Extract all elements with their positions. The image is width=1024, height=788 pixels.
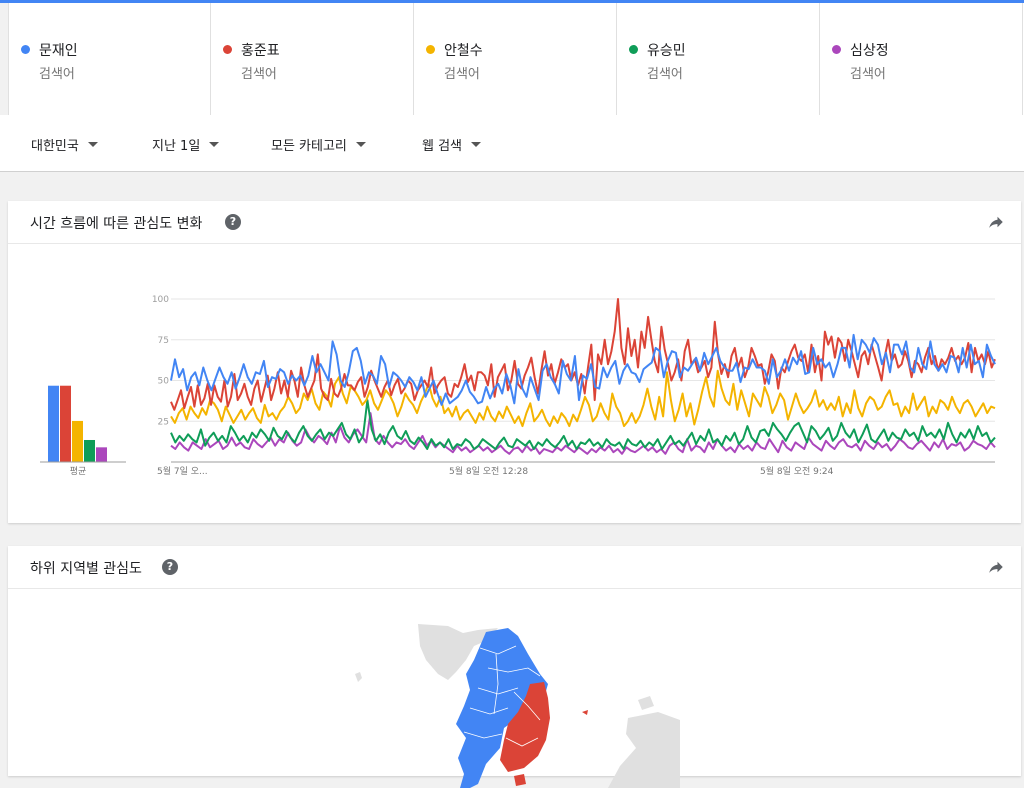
term-color-dot [21, 45, 30, 54]
term-card-5[interactable]: 심상정 검색어 [820, 3, 1023, 115]
card-title: 시간 흐름에 따른 관심도 변화 [30, 216, 203, 232]
filter-bar: 대한민국 지난 1일 모든 카테고리 웹 검색 [0, 115, 1024, 172]
y-tick-label: 25 [158, 417, 169, 427]
share-icon[interactable] [987, 558, 1005, 576]
x-tick-label: 5월 8일 오전 12:28 [449, 465, 528, 477]
term-type-label: 검색어 [647, 67, 683, 82]
average-bar [48, 385, 59, 462]
average-bar [72, 420, 83, 462]
time-filter-dropdown[interactable]: 지난 1일 [152, 135, 220, 154]
term-type-label: 검색어 [444, 67, 480, 82]
region-filter-dropdown[interactable]: 대한민국 [31, 135, 98, 154]
average-bar [84, 439, 95, 462]
card-header: 하위 지역별 관심도 ? [8, 546, 1021, 589]
series-line [170, 298, 996, 411]
map-landmass-west-fragment [355, 672, 362, 682]
region-filter-label: 대한민국 [31, 139, 79, 154]
x-tick-label: 5월 8일 오전 9:24 [760, 465, 834, 477]
region-map[interactable] [8, 588, 1021, 788]
interest-over-time-card: 시간 흐름에 따른 관심도 변화 ? 100 75 50 25 5월 7일 오... 5월… [8, 201, 1021, 523]
term-color-dot [426, 45, 435, 54]
series-line [170, 333, 996, 406]
term-card-1[interactable]: 문재인 검색어 [8, 3, 211, 115]
card-title: 하위 지역별 관심도 [30, 561, 142, 577]
map-island-red[interactable] [514, 774, 526, 786]
y-tick-label: 50 [158, 377, 170, 387]
y-tick-label: 75 [158, 336, 169, 346]
category-filter-label: 모든 카테고리 [271, 139, 347, 154]
term-color-dot [629, 45, 638, 54]
search-type-dropdown[interactable]: 웹 검색 [422, 135, 482, 154]
dropdown-arrow-icon [355, 142, 366, 147]
help-icon[interactable]: ? [225, 214, 241, 230]
average-label: 평균 [70, 466, 87, 477]
series-line [170, 412, 996, 455]
card-header: 시간 흐름에 따른 관심도 변화 ? [8, 201, 1021, 244]
help-icon[interactable]: ? [162, 559, 178, 575]
average-bar [60, 385, 71, 462]
term-type-label: 검색어 [850, 67, 886, 82]
x-tick-label: 5월 7일 오... [157, 465, 208, 477]
map-island-east-red[interactable] [582, 710, 588, 715]
average-bar [96, 447, 107, 462]
term-type-label: 검색어 [241, 67, 277, 82]
dropdown-arrow-icon [471, 142, 482, 147]
term-color-dot [832, 45, 841, 54]
map-landmass-east-fragment [638, 696, 654, 710]
term-name: 심상정 [850, 43, 889, 59]
term-name: 홍준표 [241, 43, 280, 59]
term-card-2[interactable]: 홍준표 검색어 [211, 3, 414, 115]
term-card-4[interactable]: 유승민 검색어 [617, 3, 820, 115]
map-landmass-east [608, 712, 680, 788]
term-name: 안철수 [444, 43, 483, 59]
dropdown-arrow-icon [209, 142, 220, 147]
interest-line-chart[interactable]: 100 75 50 25 5월 7일 오... 5월 8일 오전 12:28 5월 8일 오… [8, 243, 1021, 523]
interest-by-region-card: 하위 지역별 관심도 ? [8, 546, 1021, 788]
dropdown-arrow-icon [87, 142, 98, 147]
term-card-3[interactable]: 안철수 검색어 [414, 3, 617, 115]
search-type-label: 웹 검색 [422, 139, 463, 154]
term-name: 유승민 [647, 43, 686, 59]
compare-terms-bar: 문재인 검색어 홍준표 검색어 안철수 검색어 유승민 검색어 심상정 검색어 [8, 3, 1024, 115]
category-filter-dropdown[interactable]: 모든 카테고리 [271, 135, 366, 154]
share-icon[interactable] [987, 213, 1005, 231]
time-filter-label: 지난 1일 [152, 139, 201, 154]
term-type-label: 검색어 [39, 67, 75, 82]
term-name: 문재인 [39, 43, 78, 59]
y-tick-label: 100 [152, 295, 169, 305]
term-color-dot [223, 45, 232, 54]
